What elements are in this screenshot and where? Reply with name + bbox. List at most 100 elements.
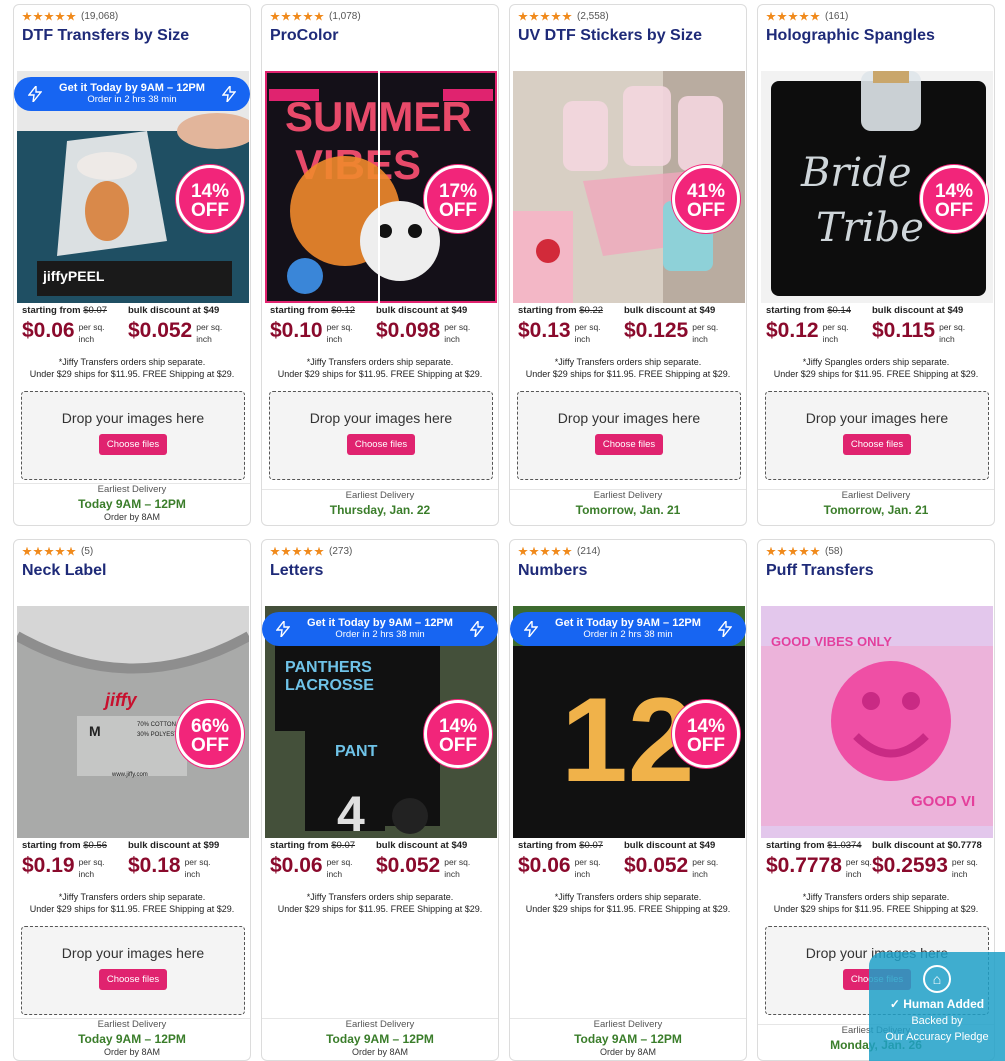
discount-badge: 14% OFF — [920, 165, 988, 233]
dropzone-text: Drop your images here — [61, 410, 205, 426]
price-unit: per sq. inch — [822, 322, 849, 344]
bulk-price: $0.125 — [624, 319, 689, 342]
product-card[interactable]: (214) Numbers Get it Today by 9AM – 12PM Or… — [509, 539, 747, 1061]
bulk-price-unit: per sq. inch — [692, 857, 719, 879]
lightning-icon — [524, 621, 538, 637]
delivery-date: Today 9AM – 12PM — [78, 497, 186, 511]
price-row: $0.06 per sq. inch $0.052 per sq. inch — [22, 319, 226, 345]
delivery-date: Today 9AM – 12PM — [326, 1032, 434, 1046]
overlay-line1: Backed by — [911, 1015, 963, 1027]
svg-text:PANTHERS: PANTHERS — [285, 659, 372, 676]
product-title[interactable]: UV DTF Stickers by Size — [518, 27, 702, 45]
svg-text:M: M — [89, 723, 101, 739]
star-icon — [518, 546, 528, 556]
bulk-price: $0.052 — [624, 854, 689, 877]
rating-count: (58) — [825, 546, 843, 557]
shipping-note: *Jiffy Transfers orders ship separate. Un… — [525, 892, 731, 914]
product-card[interactable]: (273) Letters Get it Today by 9AM – 12PM Or… — [261, 539, 499, 1061]
rating: (214) — [518, 546, 600, 557]
star-icon — [44, 546, 54, 556]
old-price: $1.0374 — [827, 840, 862, 851]
overlay-title: ✓ Human Added — [889, 997, 985, 1011]
choose-files-button[interactable]: Choose files — [346, 434, 416, 455]
bulk-price: $0.115 — [872, 319, 936, 342]
promo-line1: Get it Today by 9AM – 12PM — [555, 617, 701, 629]
rating: (58) — [766, 546, 843, 557]
discount-badge: 17% OFF — [424, 165, 492, 233]
product-image[interactable]: GOOD VIBES ONLY GOOD VI — [761, 606, 993, 838]
old-price: $0.07 — [83, 305, 108, 316]
product-card[interactable]: (1,078)ProColorSUMMERVIBES17%OFFstarting… — [261, 4, 499, 526]
star-icon — [766, 11, 776, 21]
product-title[interactable]: Holographic Spangles — [766, 27, 935, 45]
product-title[interactable]: Numbers — [518, 562, 587, 580]
old-price: $0.07 — [331, 840, 356, 851]
choose-files-button[interactable]: Choose files — [842, 434, 912, 455]
rating: (5) — [22, 546, 93, 557]
earliest-delivery: Earliest Delivery Thursday, Jan. 22 — [262, 489, 498, 517]
star-icon — [22, 11, 32, 21]
shipping-note: *Jiffy Transfers orders ship separate. Un… — [277, 892, 483, 914]
product-title[interactable]: ProColor — [270, 27, 338, 45]
bulk-label: bulk discount at $49 — [624, 305, 716, 316]
price: $0.12 — [766, 319, 819, 342]
star-icon — [777, 546, 787, 556]
product-title[interactable]: Letters — [270, 562, 323, 580]
choose-files-button[interactable]: Choose files — [98, 434, 168, 455]
svg-text:Tribe: Tribe — [816, 205, 924, 251]
order-by: Order by 8AM — [103, 512, 161, 522]
product-title[interactable]: DTF Transfers by Size — [22, 27, 189, 45]
star-icon — [281, 546, 291, 556]
star-icon — [799, 11, 809, 21]
star-icon — [810, 546, 820, 556]
star-icon — [540, 546, 550, 556]
product-title[interactable]: Puff Transfers — [766, 562, 874, 580]
bulk-price-unit: per sq. inch — [692, 322, 719, 344]
product-card[interactable]: (19,068) DTF Transfers by Size Get it Toda… — [13, 4, 251, 526]
product-card[interactable]: (161) Holographic Spangles Bride Tribe 14% OF… — [757, 4, 995, 526]
star-icon — [33, 11, 43, 21]
star-icon — [314, 546, 324, 556]
image-dropzone[interactable]: Drop your images here Choose files — [21, 391, 245, 480]
price-row: $0.06 per sq. inch $0.052 per sq. inch — [518, 854, 722, 880]
price-row: $0.13 per sq. inch $0.125 per sq. inch — [518, 319, 722, 345]
choose-files-button[interactable]: Choose files — [594, 434, 664, 455]
lightning-icon — [470, 621, 484, 637]
bulk-label: bulk discount at $49 — [872, 305, 964, 316]
order-by: Order by 8AM — [103, 1047, 161, 1057]
product-card[interactable]: (2,558) UV DTF Stickers by Size 41% OFF star… — [509, 4, 747, 526]
old-price: $0.56 — [83, 840, 108, 851]
accuracy-pledge-overlay[interactable]: ⌂ ✓ Human Added Backed by Our Accuracy P… — [869, 952, 1005, 1061]
price-unit: per sq. inch — [326, 322, 353, 344]
price-labels: starting from $0.56 bulk discount at $99 — [22, 840, 220, 851]
bulk-price: $0.098 — [376, 319, 441, 342]
shipping-note: *Jiffy Transfers orders ship separate. Un… — [525, 357, 731, 379]
discount-badge: 14% OFF — [424, 700, 492, 768]
star-rating-icons — [518, 546, 572, 557]
dropzone-text: Drop your images here — [309, 410, 453, 426]
bulk-label: bulk discount at $49 — [376, 840, 468, 851]
image-logo: jiffyPEEL — [42, 268, 105, 284]
product-title[interactable]: Neck Label — [22, 562, 106, 580]
star-icon — [562, 11, 572, 21]
price-unit: per sq. inch — [78, 322, 105, 344]
svg-text:www.jiffy.com: www.jiffy.com — [111, 772, 148, 778]
image-dropzone[interactable]: Drop your images here Choose files — [765, 391, 989, 480]
choose-files-button[interactable]: Choose files — [98, 969, 168, 990]
star-icon — [810, 11, 820, 21]
image-dropzone[interactable]: Drop your images here Choose files — [517, 391, 741, 480]
rating: (19,068) — [22, 11, 118, 22]
product-card[interactable]: (5) Neck Label jiffy M 70% COTTON 30% POLYEST… — [13, 539, 251, 1061]
price-row: $0.7778 per sq. inch $0.2593 per sq. inch — [766, 854, 982, 880]
star-icon — [518, 11, 528, 21]
star-icon — [529, 11, 539, 21]
image-dropzone[interactable]: Drop your images here Choose files — [21, 926, 245, 1015]
price-unit: per sq. inch — [574, 322, 601, 344]
dropzone-text: Drop your images here — [805, 410, 949, 426]
price-labels: starting from $0.07 bulk discount at $49 — [22, 305, 220, 316]
image-dropzone[interactable]: Drop your images here Choose files — [269, 391, 493, 480]
price-row: $0.19 per sq. inch $0.18 per sq. inch — [22, 854, 215, 880]
delivery-date: Today 9AM – 12PM — [78, 1032, 186, 1046]
promo-line1: Get it Today by 9AM – 12PM — [307, 617, 453, 629]
lightning-icon — [718, 621, 732, 637]
